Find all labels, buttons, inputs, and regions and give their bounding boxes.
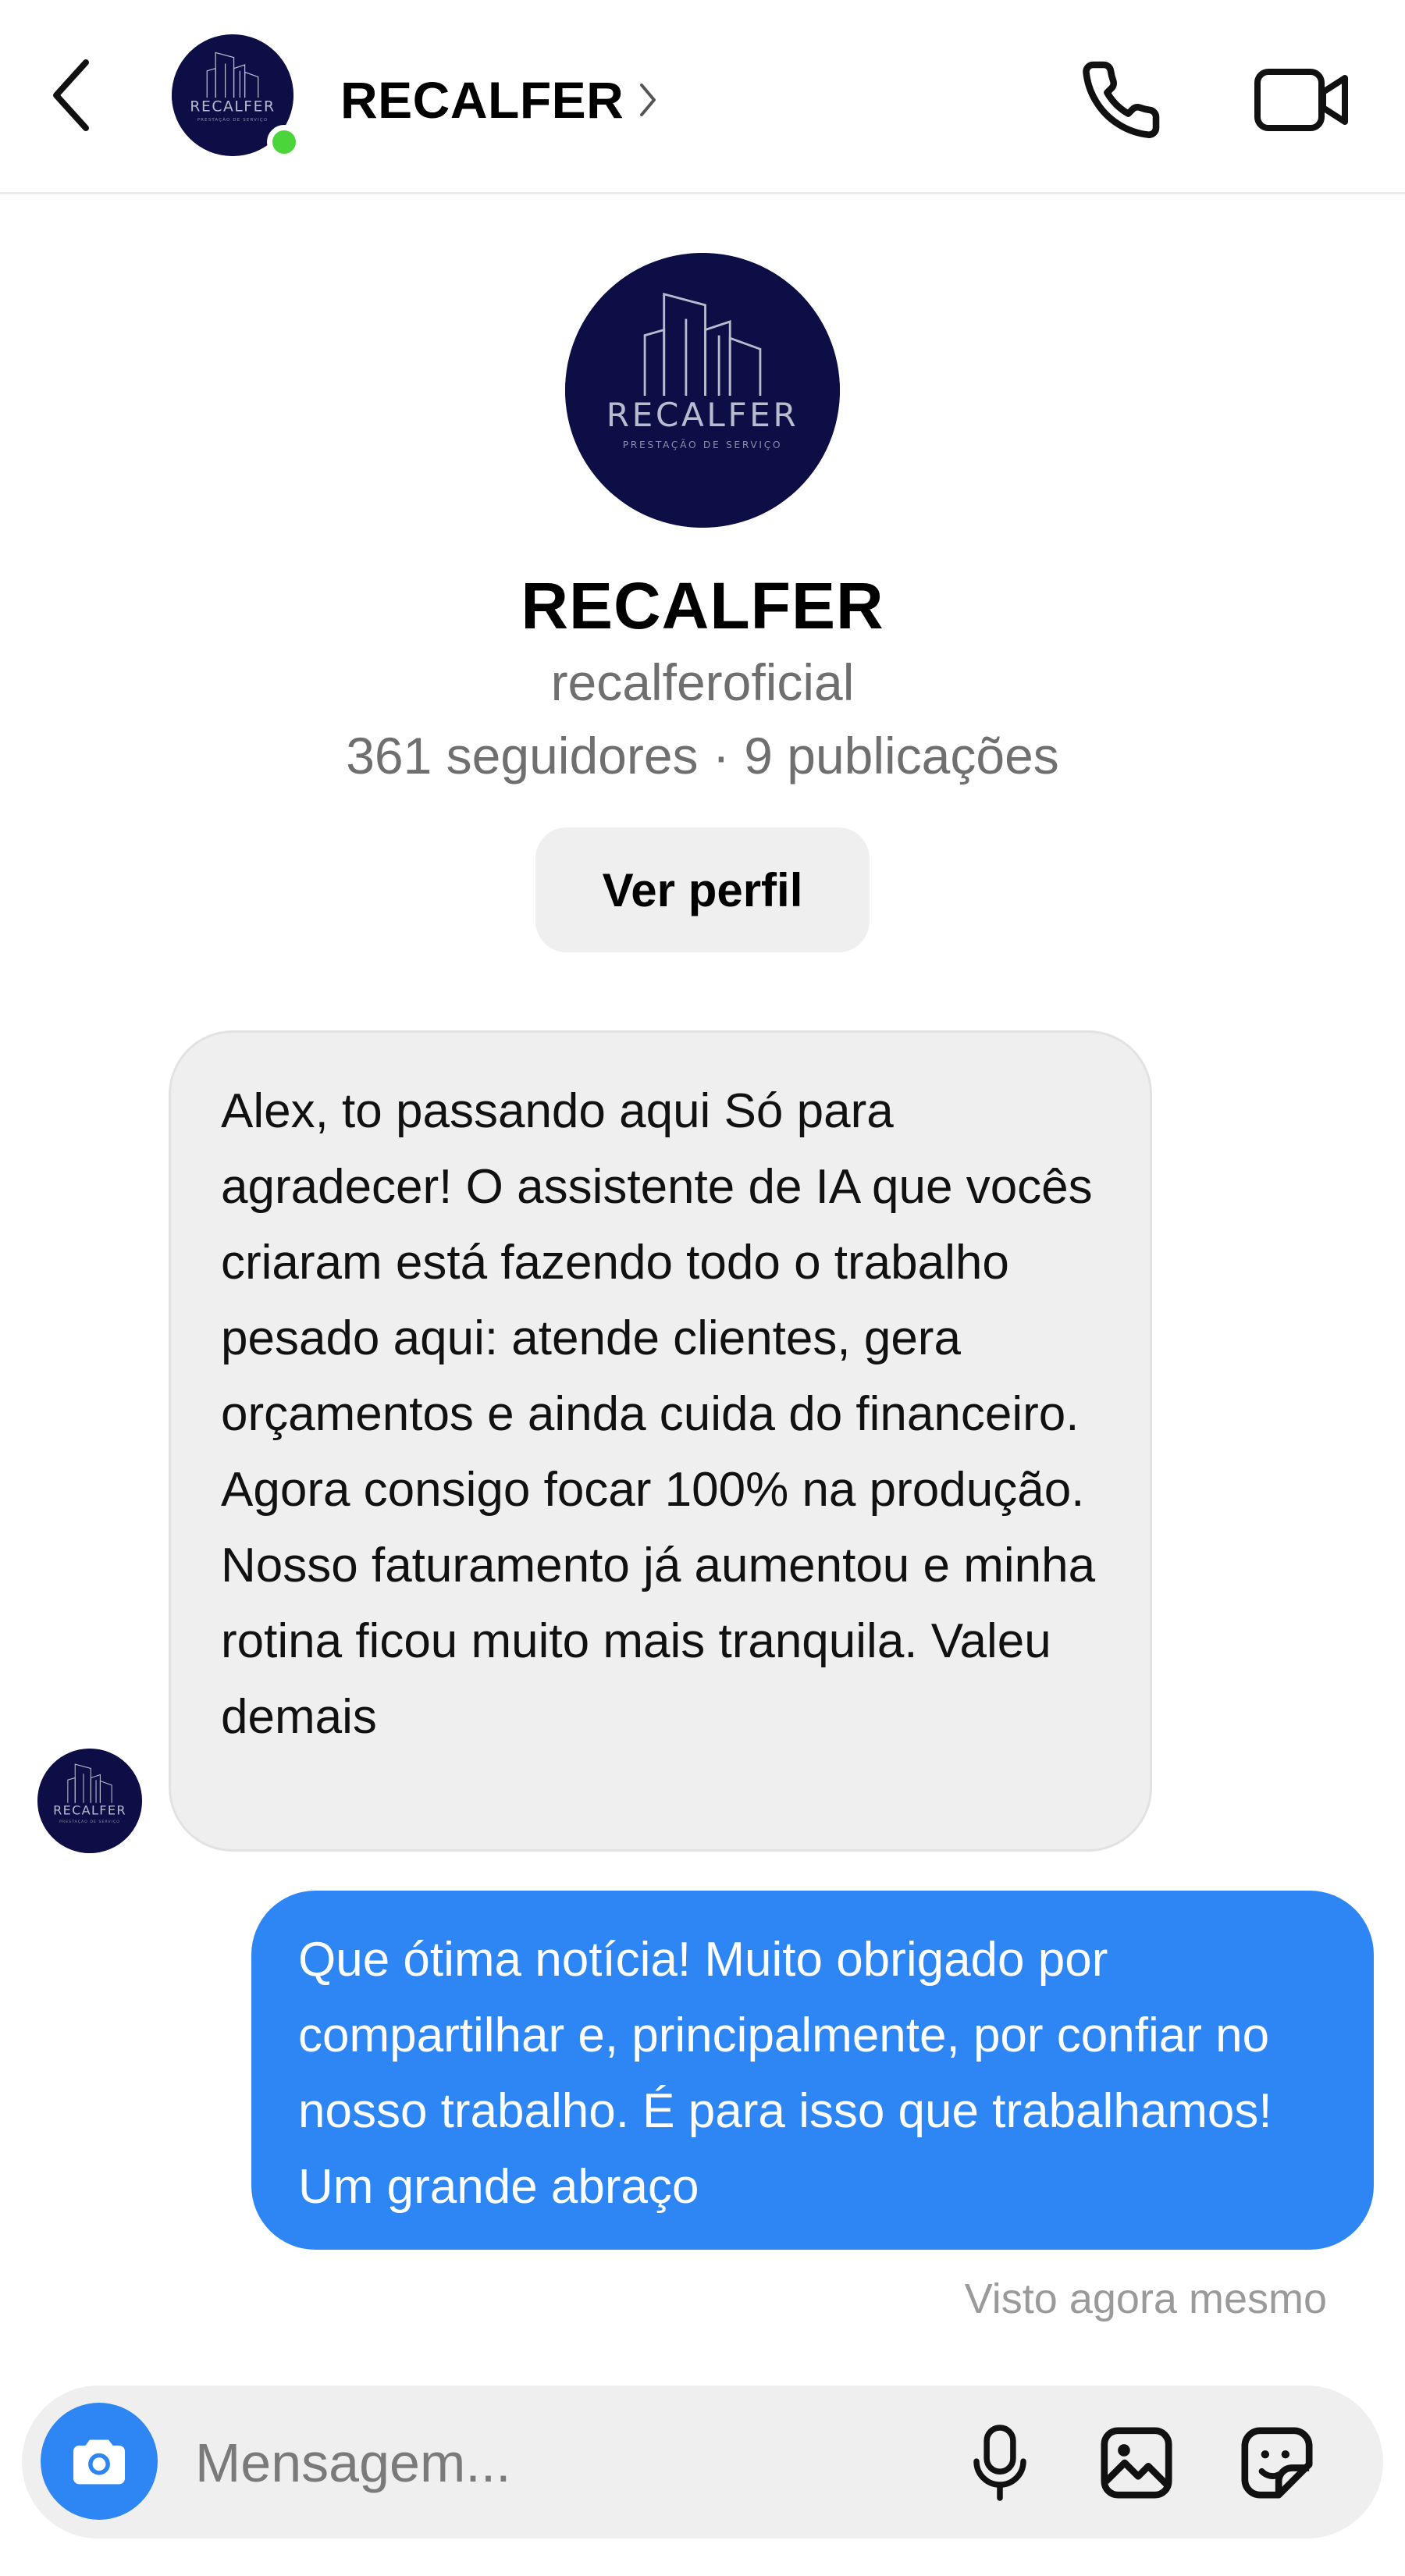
sender-avatar[interactable]: RECALFER PRESTAÇÃO DE SERVIÇO <box>37 1749 142 1853</box>
camera-button[interactable] <box>41 2403 158 2520</box>
outgoing-message-bubble[interactable]: Que ótima notícia! Muito obrigado por co… <box>251 1891 1374 2250</box>
svg-text:PRESTAÇÃO DE SERVIÇO: PRESTAÇÃO DE SERVIÇO <box>623 439 783 450</box>
recalfer-logo-icon: RECALFER PRESTAÇÃO DE SERVIÇO <box>565 253 840 528</box>
profile-avatar[interactable]: RECALFER PRESTAÇÃO DE SERVIÇO <box>565 253 840 528</box>
header-name: RECALFER <box>340 71 624 129</box>
phone-icon <box>1083 61 1160 138</box>
svg-text:PRESTAÇÃO DE SERVIÇO: PRESTAÇÃO DE SERVIÇO <box>197 117 269 123</box>
profile-username: recalferoficial <box>550 653 855 711</box>
chevron-left-icon <box>53 59 89 131</box>
svg-text:RECALFER: RECALFER <box>190 98 275 115</box>
video-call-button[interactable] <box>1247 53 1357 147</box>
chevron-right-icon <box>640 84 656 116</box>
microphone-button[interactable] <box>957 2412 1043 2514</box>
view-profile-button[interactable]: Ver perfil <box>535 827 870 952</box>
gallery-button[interactable] <box>1090 2412 1183 2514</box>
incoming-message-bubble[interactable]: Alex, to passando aqui Só para agradecer… <box>169 1030 1152 1852</box>
seen-status: Visto agora mesmo <box>964 2275 1327 2322</box>
back-button[interactable] <box>41 56 103 134</box>
svg-text:RECALFER: RECALFER <box>606 396 799 434</box>
sticker-button[interactable] <box>1230 2412 1324 2514</box>
video-camera-icon <box>1254 69 1348 131</box>
recalfer-logo-icon: RECALFER PRESTAÇÃO DE SERVIÇO <box>37 1749 142 1853</box>
camera-icon <box>73 2439 125 2485</box>
online-status-dot <box>267 125 301 159</box>
sticker-icon <box>1241 2427 1313 2499</box>
profile-name: RECALFER <box>521 569 884 642</box>
svg-text:RECALFER: RECALFER <box>53 1802 126 1817</box>
message-input[interactable] <box>195 2412 898 2514</box>
image-icon <box>1101 2427 1172 2499</box>
microphone-icon <box>973 2425 1026 2501</box>
header-profile-link[interactable]: RECALFER <box>340 67 658 133</box>
voice-call-button[interactable] <box>1074 53 1168 147</box>
profile-stats: 361 seguidores · 9 publicações <box>346 727 1059 785</box>
